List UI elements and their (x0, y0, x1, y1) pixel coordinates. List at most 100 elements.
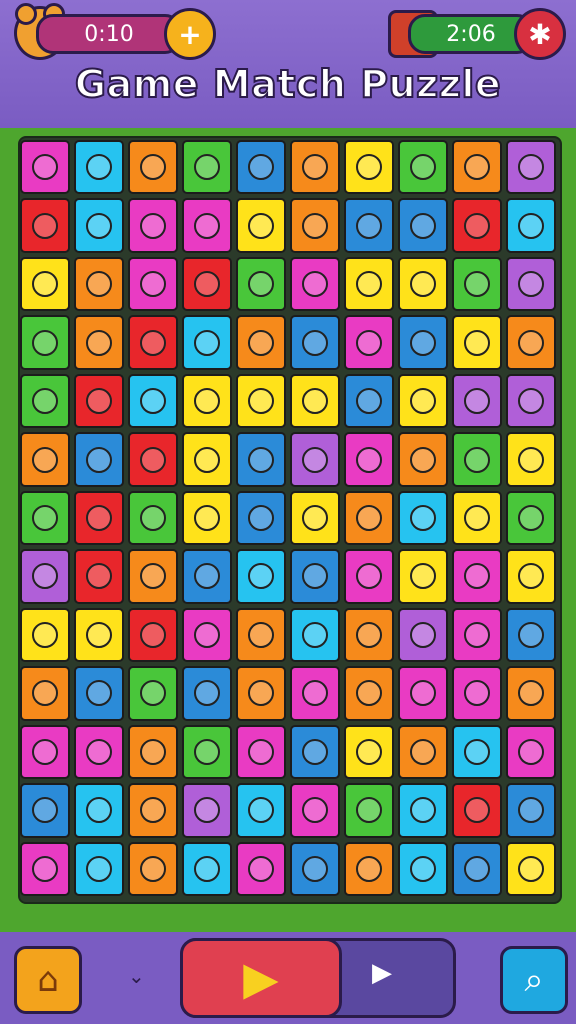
puzzle-tile[interactable] (398, 607, 448, 663)
puzzle-tile[interactable] (20, 841, 70, 896)
home-button[interactable]: ⌂ (14, 946, 82, 1014)
puzzle-tile[interactable] (398, 315, 448, 370)
puzzle-tile[interactable] (182, 432, 232, 487)
puzzle-tile[interactable] (128, 607, 178, 663)
puzzle-tile[interactable] (128, 315, 178, 370)
puzzle-tile[interactable] (506, 256, 556, 312)
puzzle-tile[interactable] (398, 666, 448, 721)
puzzle-tile[interactable] (398, 490, 448, 546)
puzzle-tile[interactable] (344, 666, 394, 721)
puzzle-tile[interactable] (182, 140, 232, 195)
puzzle-tile[interactable] (74, 841, 124, 896)
search-button[interactable]: ⌕ (500, 946, 568, 1014)
puzzle-tile[interactable] (74, 607, 124, 663)
puzzle-tile[interactable] (506, 315, 556, 370)
puzzle-tile[interactable] (290, 256, 340, 312)
puzzle-tile[interactable] (452, 666, 502, 721)
puzzle-tile[interactable] (398, 783, 448, 838)
puzzle-tile[interactable] (236, 490, 286, 546)
puzzle-tile[interactable] (452, 490, 502, 546)
puzzle-tile[interactable] (236, 256, 286, 312)
puzzle-tile[interactable] (452, 724, 502, 780)
puzzle-tile[interactable] (74, 783, 124, 838)
puzzle-tile[interactable] (506, 373, 556, 429)
puzzle-tile[interactable] (74, 666, 124, 721)
puzzle-tile[interactable] (128, 373, 178, 429)
puzzle-tile[interactable] (182, 607, 232, 663)
puzzle-tile[interactable] (74, 724, 124, 780)
puzzle-tile[interactable] (452, 841, 502, 896)
puzzle-tile[interactable] (74, 373, 124, 429)
puzzle-tile[interactable] (344, 783, 394, 838)
puzzle-tile[interactable] (20, 256, 70, 312)
puzzle-tile[interactable] (290, 373, 340, 429)
puzzle-tile[interactable] (20, 315, 70, 370)
puzzle-tile[interactable] (398, 549, 448, 604)
puzzle-tile[interactable] (182, 373, 232, 429)
puzzle-tile[interactable] (182, 666, 232, 721)
puzzle-tile[interactable] (182, 256, 232, 312)
puzzle-tile[interactable] (236, 724, 286, 780)
puzzle-tile[interactable] (236, 140, 286, 195)
puzzle-tile[interactable] (20, 140, 70, 195)
puzzle-tile[interactable] (74, 256, 124, 312)
puzzle-tile[interactable] (236, 666, 286, 721)
puzzle-tile[interactable] (506, 549, 556, 604)
puzzle-tile[interactable] (182, 549, 232, 604)
puzzle-tile[interactable] (452, 140, 502, 195)
puzzle-tile[interactable] (398, 198, 448, 253)
puzzle-tile[interactable] (398, 140, 448, 195)
puzzle-tile[interactable] (290, 315, 340, 370)
puzzle-tile[interactable] (74, 315, 124, 370)
puzzle-tile[interactable] (506, 140, 556, 195)
puzzle-tile[interactable] (344, 373, 394, 429)
puzzle-tile[interactable] (506, 490, 556, 546)
puzzle-tile[interactable] (290, 549, 340, 604)
puzzle-tile[interactable] (20, 549, 70, 604)
puzzle-tile[interactable] (452, 607, 502, 663)
puzzle-tile[interactable] (344, 256, 394, 312)
puzzle-tile[interactable] (452, 315, 502, 370)
puzzle-tile[interactable] (506, 432, 556, 487)
puzzle-tile[interactable] (452, 373, 502, 429)
puzzle-tile[interactable] (290, 198, 340, 253)
puzzle-tile[interactable] (74, 198, 124, 253)
add-button[interactable]: + (164, 8, 216, 60)
puzzle-tile[interactable] (398, 373, 448, 429)
puzzle-tile[interactable] (506, 198, 556, 253)
puzzle-tile[interactable] (236, 841, 286, 896)
puzzle-tile[interactable] (182, 841, 232, 896)
puzzle-tile[interactable] (398, 724, 448, 780)
puzzle-tile[interactable] (20, 724, 70, 780)
puzzle-tile[interactable] (506, 666, 556, 721)
puzzle-tile[interactable] (344, 724, 394, 780)
play-button[interactable]: ▶ (180, 938, 342, 1018)
puzzle-tile[interactable] (452, 256, 502, 312)
puzzle-tile[interactable] (20, 783, 70, 838)
puzzle-tile[interactable] (236, 373, 286, 429)
puzzle-tile[interactable] (74, 432, 124, 487)
puzzle-tile[interactable] (344, 432, 394, 487)
puzzle-tile[interactable] (20, 198, 70, 253)
settings-button[interactable]: ✱ (514, 8, 566, 60)
puzzle-tile[interactable] (344, 315, 394, 370)
puzzle-tile[interactable] (290, 666, 340, 721)
puzzle-tile[interactable] (128, 198, 178, 253)
puzzle-tile[interactable] (182, 724, 232, 780)
puzzle-tile[interactable] (236, 783, 286, 838)
puzzle-tile[interactable] (20, 373, 70, 429)
puzzle-tile[interactable] (506, 724, 556, 780)
puzzle-tile[interactable] (128, 666, 178, 721)
puzzle-tile[interactable] (452, 198, 502, 253)
puzzle-tile[interactable] (290, 841, 340, 896)
puzzle-tile[interactable] (344, 490, 394, 546)
puzzle-tile[interactable] (182, 490, 232, 546)
next-button[interactable]: ▶ (372, 958, 392, 988)
puzzle-tile[interactable] (20, 666, 70, 721)
puzzle-tile[interactable] (398, 256, 448, 312)
puzzle-tile[interactable] (344, 140, 394, 195)
puzzle-tile[interactable] (128, 432, 178, 487)
puzzle-tile[interactable] (236, 432, 286, 487)
puzzle-tile[interactable] (128, 140, 178, 195)
puzzle-tile[interactable] (236, 198, 286, 253)
